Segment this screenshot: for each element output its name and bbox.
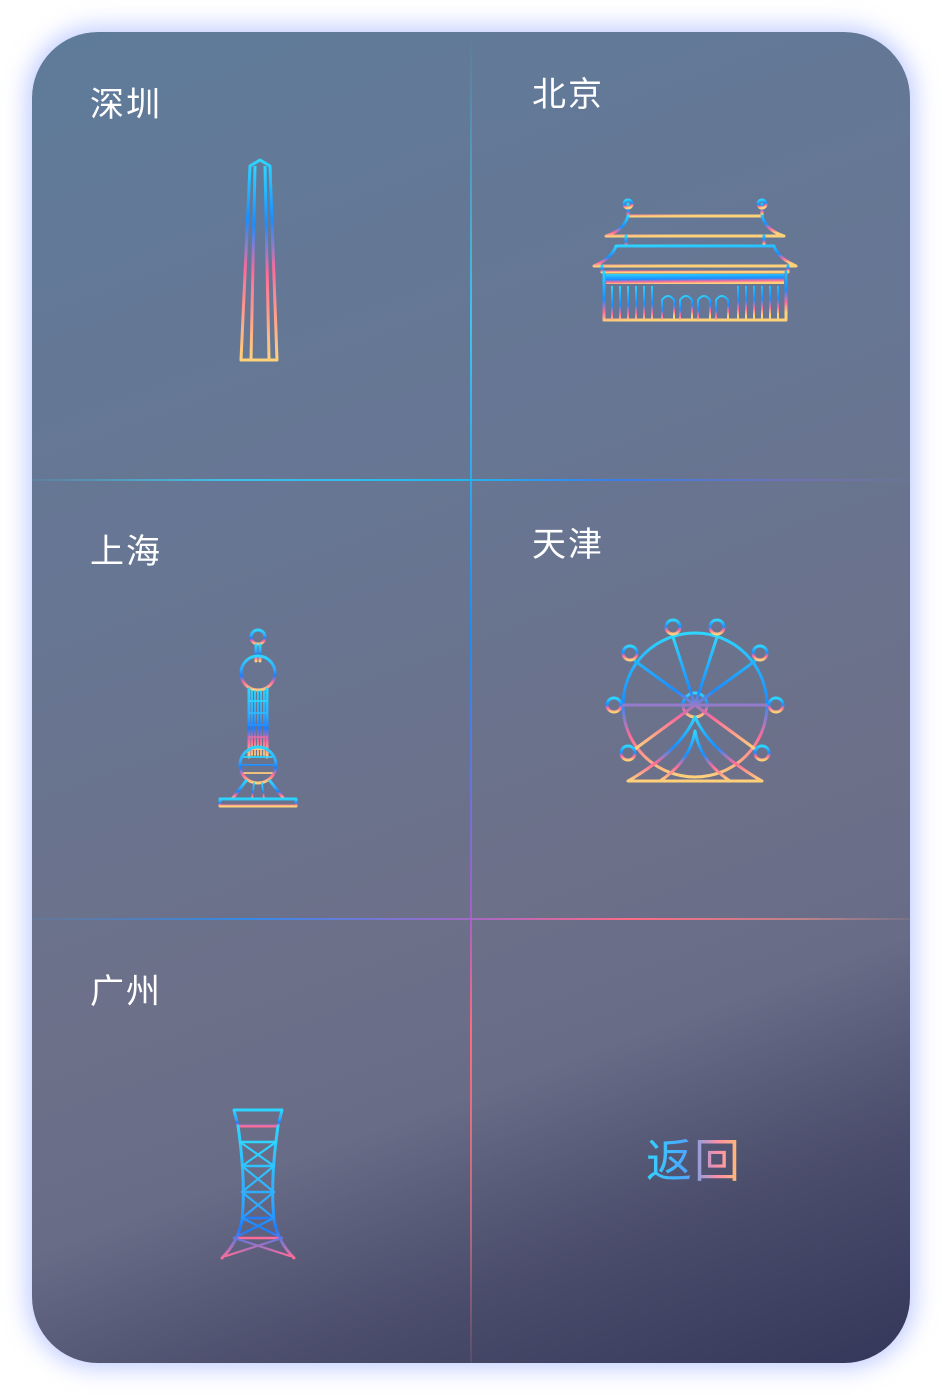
oriental-pearl-tower-icon: [218, 607, 298, 808]
back-button[interactable]: 返回: [472, 920, 910, 1363]
tianjin-eye-ferris-wheel-icon: [605, 618, 785, 783]
city-tile-shanghai[interactable]: 上海: [32, 481, 470, 926]
city-tile-shenzhen[interactable]: 深圳: [32, 32, 470, 477]
city-tile-beijing[interactable]: 北京: [472, 32, 910, 477]
ping-an-tower-icon: [239, 158, 279, 362]
city-name-label: 深圳: [90, 85, 162, 125]
tiananmen-gate-icon: [592, 198, 798, 322]
city-selector-card: 深圳 北京 上海 天津 广州 返回: [32, 32, 910, 1363]
city-name-label: 上海: [90, 532, 162, 572]
back-button-label: 返回: [646, 1134, 742, 1188]
canton-tower-icon: [200, 1070, 316, 1260]
city-name-label: 广州: [90, 972, 162, 1012]
city-name-label: 天津: [532, 525, 604, 565]
city-tile-guangzhou[interactable]: 广州: [32, 920, 470, 1363]
city-name-label: 北京: [532, 75, 604, 115]
city-tile-tianjin[interactable]: 天津: [472, 481, 910, 926]
